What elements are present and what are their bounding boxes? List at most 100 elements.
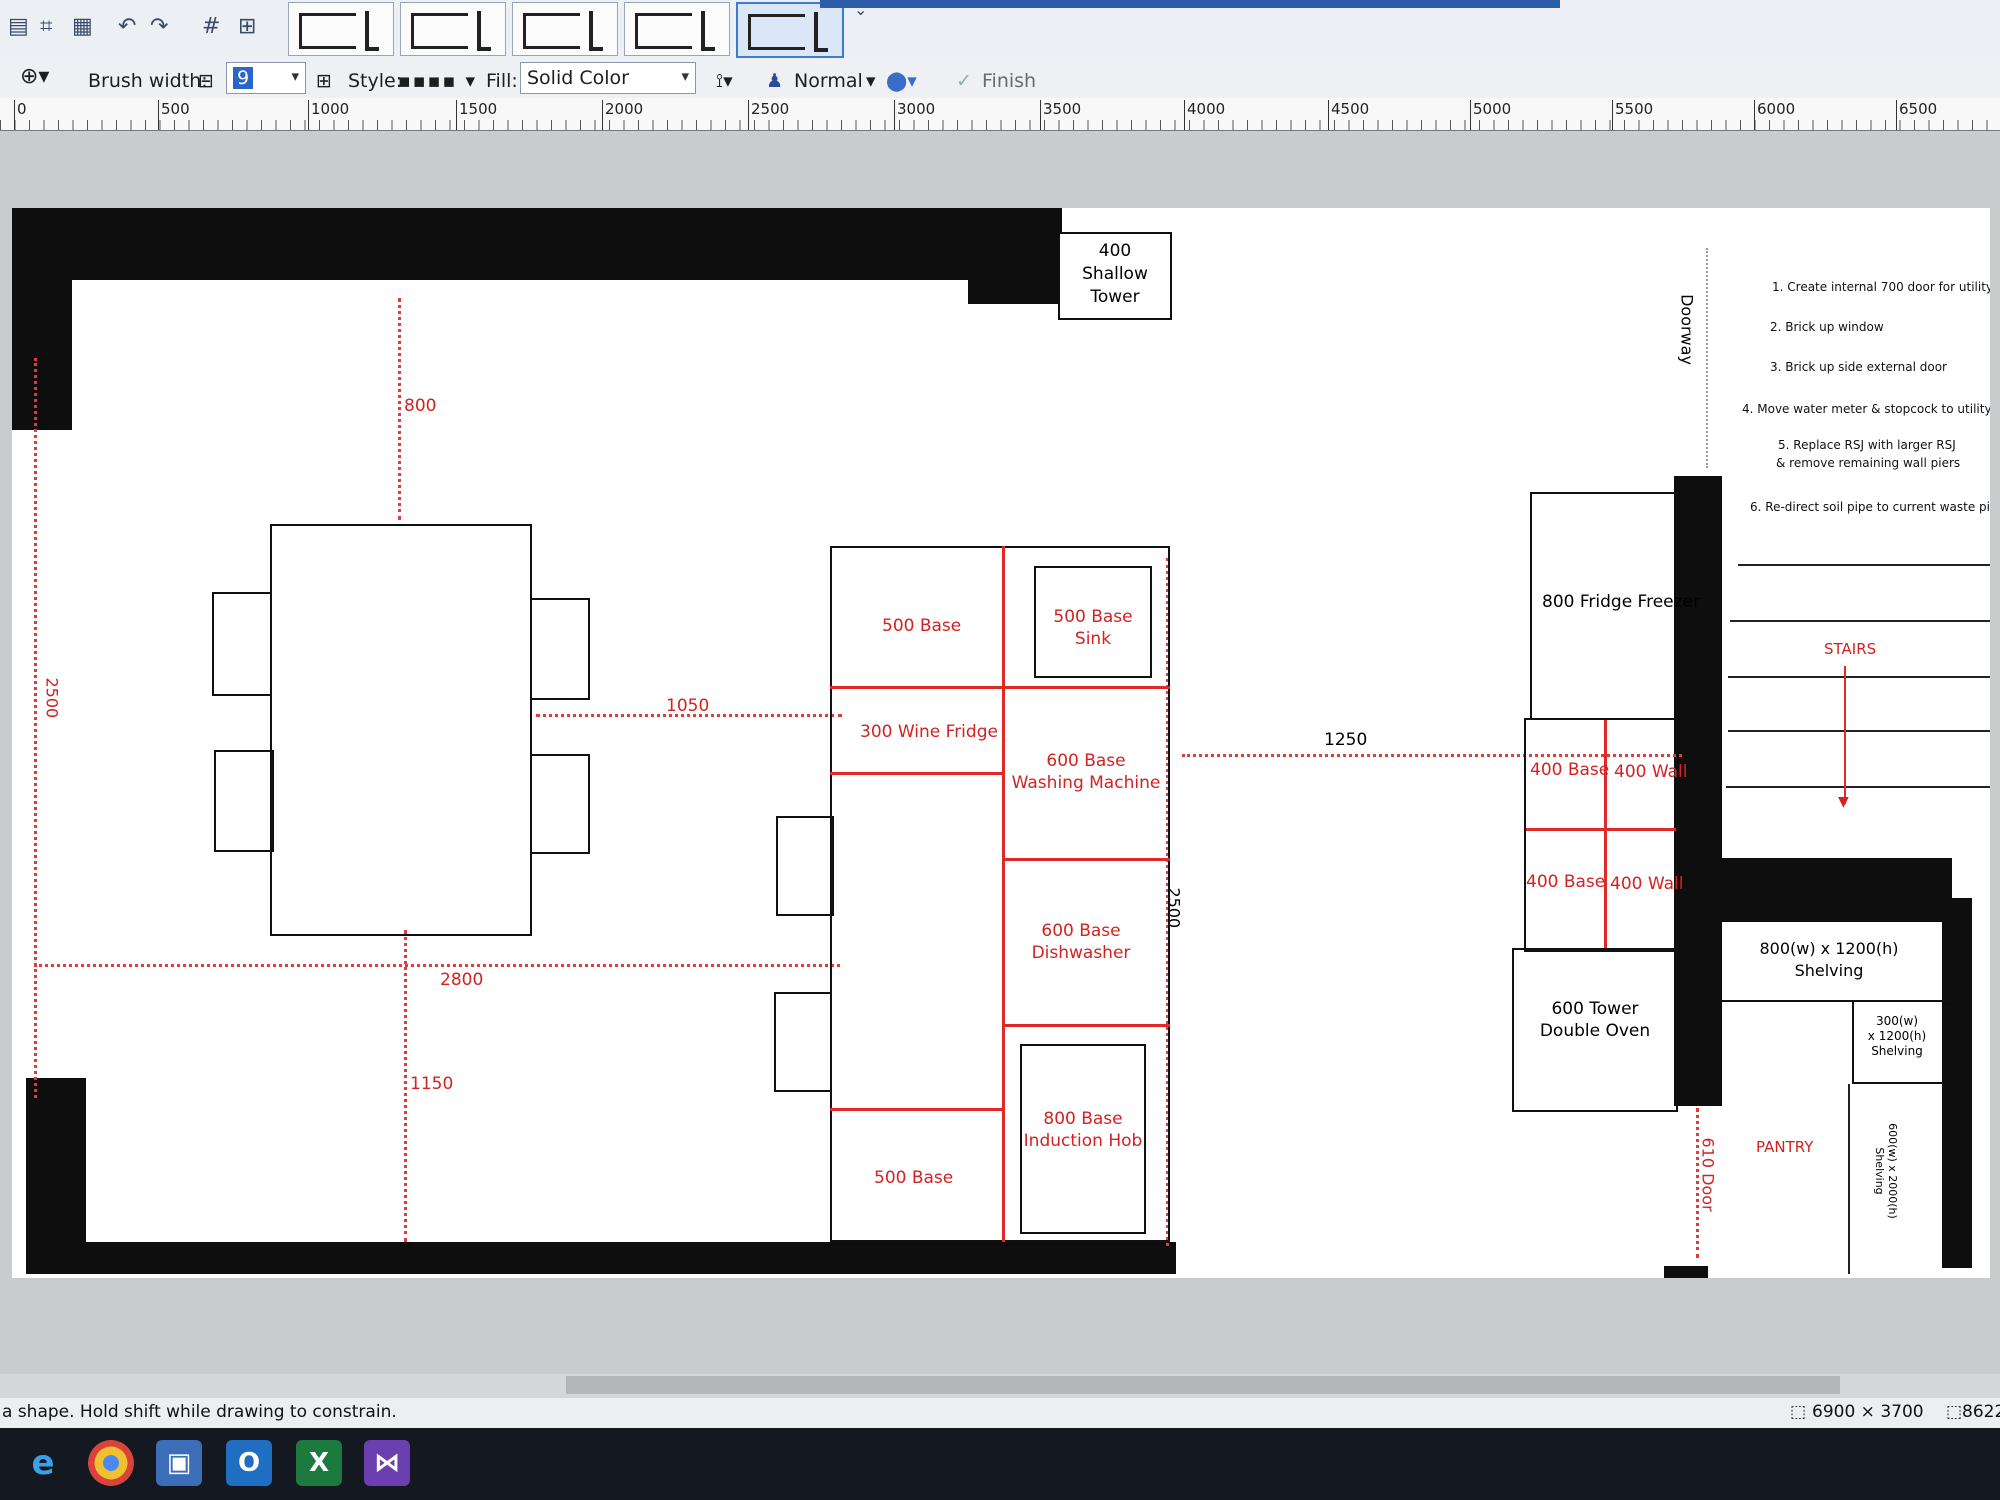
- island-divider: [1002, 546, 1005, 1242]
- visual-studio-icon[interactable]: ⋈: [364, 1440, 410, 1486]
- stairs-label: STAIRS: [1824, 640, 1877, 658]
- note-3: 3. Brick up side external door: [1770, 360, 1947, 374]
- doorway-label: Doorway: [1677, 294, 1697, 365]
- bottom-wall: [26, 1242, 1176, 1274]
- island-divider: [830, 772, 1002, 775]
- shelving-side-line: Shelving: [1873, 1147, 1886, 1195]
- blend-mode-select[interactable]: Normal: [794, 70, 863, 92]
- left-wall-lower: [26, 1078, 86, 1258]
- chevron-down-icon: ▾: [291, 67, 299, 85]
- pantry-shelving-side: 600(w) x 2000(h) Shelving: [1873, 1103, 1899, 1239]
- chevron-down-icon: ▾: [681, 67, 689, 85]
- unit-sink: 500 Base Sink: [1034, 606, 1152, 650]
- style-label: Style:: [348, 70, 403, 92]
- ruler-tick: 6500: [1896, 100, 1937, 130]
- tower-oven-label: 600 Tower Double Oven: [1512, 998, 1678, 1042]
- unit-washing-machine: 600 Base Washing Machine: [1006, 750, 1166, 794]
- unit-induction-hob: 800 Base Induction Hob: [1020, 1108, 1146, 1152]
- pantry-shelving-main-label: 800(w) x 1200(h) Shelving: [1724, 938, 1934, 982]
- status-bar: a shape. Hold shift while drawing to con…: [0, 1398, 2000, 1428]
- shape-icon[interactable]: ⊕▾: [20, 64, 49, 89]
- image-size-icon: ⬚: [1790, 1402, 1807, 1422]
- chair: [530, 754, 590, 854]
- island-divider: [830, 686, 1170, 689]
- unit-washing-line: Washing Machine: [1011, 773, 1161, 793]
- drawing-canvas[interactable]: 400 Shallow Tower Doorway 1. Create inte…: [12, 208, 1990, 1278]
- stair-tread: [1738, 564, 1990, 566]
- stair-tread: [1728, 676, 1990, 678]
- ruler-tick: 1000: [308, 100, 349, 130]
- dim-2500-left-line: [34, 358, 37, 1098]
- increase-icon[interactable]: ⊞: [316, 70, 332, 92]
- color-icon[interactable]: ⬤▾: [886, 70, 917, 92]
- island-divider: [1002, 1024, 1170, 1027]
- shelving-side-line: 600(w) x 2000(h): [1886, 1123, 1899, 1219]
- unit-dishwasher-line: 600 Base: [1041, 921, 1121, 941]
- stair-tread: [1728, 730, 1990, 732]
- shape-thumb-4[interactable]: [624, 2, 730, 56]
- resize-icon[interactable]: ▦: [72, 14, 93, 39]
- shape-thumb-2[interactable]: [400, 2, 506, 56]
- door-stub: [1664, 1266, 1708, 1278]
- stool: [776, 816, 834, 916]
- chrome-icon[interactable]: [88, 1440, 134, 1486]
- chair: [530, 598, 590, 700]
- unit-400-wall-1: 400 Wall: [1614, 762, 1688, 782]
- note-5: 5. Replace RSJ with larger RSJ: [1778, 438, 1956, 452]
- unit-dishwasher-line: Dishwasher: [1031, 943, 1131, 963]
- crop-icon[interactable]: ⌗: [40, 14, 52, 39]
- ruler-icon[interactable]: ⊞: [238, 14, 256, 39]
- ruler-tick: 2000: [602, 100, 643, 130]
- horizontal-ruler: 0 500 1000 1500 2000 2500 3000 3500 4000…: [0, 98, 2000, 131]
- dim-1150: 1150: [410, 1074, 454, 1094]
- outlook-icon[interactable]: O: [226, 1440, 272, 1486]
- scrollbar-thumb[interactable]: [566, 1376, 1840, 1394]
- taskbar: e ▣ O X ⋈: [0, 1428, 2000, 1500]
- unit-wine-fridge: 300 Wine Fridge: [860, 722, 998, 742]
- ruler-tick: 2500: [748, 100, 789, 130]
- ruler-tick: 500: [158, 100, 190, 130]
- dim-2500-left: 2500: [42, 677, 62, 719]
- unit-sink-line: Sink: [1074, 629, 1112, 649]
- blend-icon: ♟: [766, 70, 784, 92]
- unit-500-base-bottom: 500 Base: [874, 1168, 954, 1188]
- fill-select[interactable]: Solid Color ▾: [520, 62, 696, 94]
- redo-icon[interactable]: ↷: [150, 14, 168, 39]
- unit-400-wall-2: 400 Wall: [1610, 874, 1684, 894]
- shelving-main-line: 800(w) x 1200(h): [1759, 939, 1899, 958]
- finish-button[interactable]: Finish: [982, 70, 1036, 92]
- ie-icon[interactable]: e: [20, 1440, 66, 1486]
- chevron-down-icon[interactable]: ▾: [866, 70, 876, 92]
- title-accent: [820, 0, 1560, 8]
- shelving-small-line: x 1200(h): [1867, 1029, 1927, 1043]
- shape-thumb-5[interactable]: [736, 2, 844, 58]
- decrease-icon[interactable]: ⊟: [198, 70, 214, 92]
- dim-1150-line: [404, 930, 407, 1242]
- fridge-freezer-label: 800 Fridge Freezer: [1542, 592, 1700, 612]
- excel-icon[interactable]: X: [296, 1440, 342, 1486]
- unit-hob-line: Induction Hob: [1023, 1131, 1143, 1151]
- unit-hob-line: 800 Base: [1043, 1109, 1123, 1129]
- dash-style-icon[interactable]: ▪▪▪▪ ▾: [398, 70, 477, 92]
- undo-icon[interactable]: ↶: [118, 14, 136, 39]
- top-toolbar: ▤ ⌗ ▦ ↶ ↷ # ⊞ ⌄: [0, 0, 2000, 60]
- shape-thumb-1[interactable]: [288, 2, 394, 56]
- image-size: 6900 × 3700: [1812, 1402, 1924, 1422]
- note-4: 4. Move water meter & stopcock to utilit…: [1742, 402, 1990, 416]
- paint-icon[interactable]: ▣: [156, 1440, 202, 1486]
- pantry-label: PANTRY: [1756, 1138, 1814, 1156]
- brush-width-input[interactable]: 9 ▾: [226, 62, 306, 94]
- doorway-line: [1706, 248, 1708, 468]
- grid-icon[interactable]: #: [202, 14, 220, 39]
- oven-line: 600 Tower: [1551, 999, 1639, 1019]
- note-5b: & remove remaining wall piers: [1776, 456, 1961, 470]
- shape-thumb-3[interactable]: [512, 2, 618, 56]
- note-6: 6. Re-direct soil pipe to current waste …: [1750, 500, 1990, 514]
- paste-icon[interactable]: ▤: [8, 14, 29, 39]
- ruler-tick: 6000: [1754, 100, 1795, 130]
- antialias-icon[interactable]: ⟟▾: [716, 70, 733, 92]
- ruler-tick: 5000: [1470, 100, 1511, 130]
- unit-400-base-1: 400 Base: [1530, 760, 1610, 780]
- top-wall: [12, 208, 1062, 280]
- brush-width-value: 9: [233, 67, 254, 89]
